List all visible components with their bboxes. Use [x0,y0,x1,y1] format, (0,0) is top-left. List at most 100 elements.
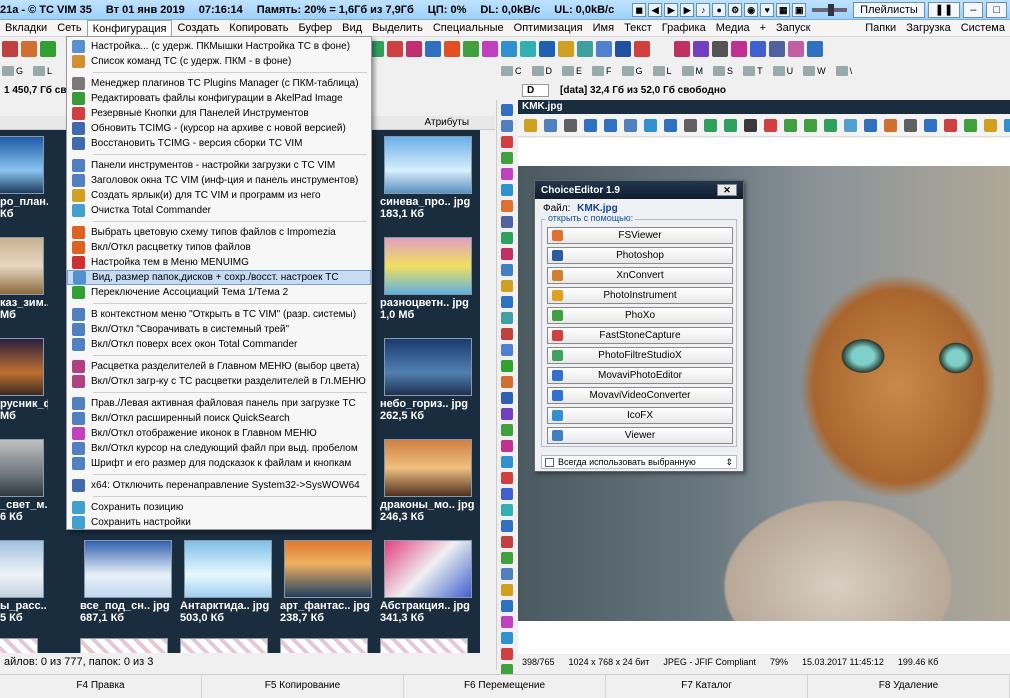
attributes-column[interactable]: Атрибуты [425,117,469,128]
settings-icon[interactable]: ⚙ [728,2,743,17]
tool-icon-2[interactable] [21,41,37,57]
menu-0[interactable]: Вкладки [0,20,52,36]
viewer-tool-icon[interactable] [764,119,777,132]
config-menu-item[interactable]: Вид, размер папок,дисков + сохр./восст. … [67,270,371,285]
viewer-tool-icon[interactable] [744,119,757,132]
tool-icon-23[interactable] [750,41,766,57]
tool-icon-17[interactable] [615,41,631,57]
viewer-tool-icon[interactable] [584,119,597,132]
config-menu-item[interactable]: Прав./Левая активная файловая панель при… [67,396,371,411]
side-tool-icon[interactable] [500,312,513,324]
tool-icon-16[interactable] [596,41,612,57]
side-tool-icon[interactable] [500,392,513,404]
config-menu-item[interactable]: Вкл/Откл расцветку типов файлов [67,240,371,255]
viewer-tool-icon[interactable] [864,119,877,132]
menu-13[interactable]: Медиа [711,20,755,36]
viewer-tool-icon[interactable] [924,119,937,132]
menu-1[interactable]: Сеть [52,20,86,36]
drive-right-11[interactable]: \ [835,66,852,76]
menu-8[interactable]: Специальные [428,20,509,36]
side-tool-icon[interactable] [500,136,513,148]
drive-right-8[interactable]: T [743,66,763,76]
fn-key-5[interactable]: F5 Копирование [202,675,404,698]
tool-icon-24[interactable] [769,41,785,57]
menu-6[interactable]: Вид [337,20,367,36]
editor-button-fsviewer[interactable]: FSViewer [547,227,733,244]
editor-button-viewer[interactable]: Viewer [547,427,733,444]
side-tool-icon[interactable] [500,504,513,516]
tool-icon-19[interactable] [674,41,690,57]
config-menu-item[interactable]: В контекстном меню "Открыть в TC VIM" (р… [67,307,371,322]
config-menu-item[interactable]: Настройка тем в Меню MENUIMG [67,255,371,270]
side-tool-icon[interactable] [500,120,513,132]
config-menu-item[interactable]: Шрифт и его размер для подсказок к файла… [67,456,371,471]
side-tool-icon[interactable] [500,616,513,628]
thumbnail-item[interactable]: небо_гориз.. jpg 262,5 Кб [380,338,476,422]
tool-icon-21[interactable] [712,41,728,57]
tool-icon-6[interactable] [406,41,422,57]
menu-11[interactable]: Текст [619,20,657,36]
side-tool-icon[interactable] [500,536,513,548]
playlists-button[interactable]: Плейлисты [853,1,925,18]
tool-icon-18[interactable] [634,41,650,57]
editor-button-movaviphotoeditor[interactable]: MovaviPhotoEditor [547,367,733,384]
config-menu-item[interactable]: Восстановить TCIMG - версия сборки TC VI… [67,136,371,151]
menu-right-0[interactable]: Папки [860,20,901,36]
side-tool-icon[interactable] [500,584,513,596]
side-tool-icon[interactable] [500,216,513,228]
menu-5[interactable]: Буфер [294,20,338,36]
side-tool-icon[interactable] [500,200,513,212]
config-menu-item[interactable]: Настройка... (с удерж. ПКМышки Настройка… [67,39,371,54]
drive-right-2[interactable]: E [562,66,582,76]
viewer-tool-icon[interactable] [844,119,857,132]
menu-2[interactable]: Конфигурация [86,20,173,36]
tool-icon-22[interactable] [731,41,747,57]
thumbnail-item[interactable]: ро_план.. jpgКб [0,136,48,220]
menu-right-2[interactable]: Система [956,20,1010,36]
thumbnail-item[interactable]: арт_фантас.. jpg 238,7 Кб [280,540,376,624]
config-menu-item[interactable]: Редактировать файлы конфигурации в AkelP… [67,91,371,106]
thumbnail-item[interactable]: разноцветн.. jpg 1,0 Мб [380,237,476,321]
tool-icon-26[interactable] [807,41,823,57]
tool-icon-9[interactable] [463,41,479,57]
menu-14[interactable]: + [755,20,771,36]
tool-icon-14[interactable] [558,41,574,57]
tool-icon-20[interactable] [693,41,709,57]
config-menu-item[interactable]: Вкл/Откл расширенный поиск QuickSearch [67,411,371,426]
side-tool-icon[interactable] [500,520,513,532]
drive-left-0[interactable]: G [2,66,23,76]
close-icon[interactable]: ✕ [717,184,737,196]
thumbnail-item[interactable]: каз_зим.. jpgМб [0,237,48,321]
heart-icon[interactable]: ♥ [760,2,775,17]
side-tool-icon[interactable] [500,344,513,356]
config-menu-item[interactable]: Вкл/Откл "Сворачивать в системный трей" [67,322,371,337]
tool-icon-3[interactable] [40,41,56,57]
side-tool-icon[interactable] [500,184,513,196]
config-menu-item[interactable]: Вкл/Откл загр-ку с TC расцветки разделит… [67,374,371,389]
config-menu-item[interactable]: Сохранить настройки [67,515,371,530]
tool-icon-25[interactable] [788,41,804,57]
play-icon[interactable]: ▶ [664,2,679,17]
config-menu-item[interactable]: Менеджер плагинов TC Plugins Manager (с … [67,76,371,91]
side-tool-icon[interactable] [500,280,513,292]
fn-key-7[interactable]: F7 Каталог [606,675,808,698]
prev-icon[interactable]: ◀ [648,2,663,17]
drive-left-1[interactable]: L [33,66,52,76]
menu-15[interactable]: Запуск [771,20,815,36]
pause-button[interactable]: ❚❚ [927,1,961,18]
thumbnail-item[interactable]: ы_расс.. jpg5 Кб [0,540,48,624]
side-tool-icon[interactable] [500,104,513,116]
viewer-tool-icon[interactable] [724,119,737,132]
tool-icon-15[interactable] [577,41,593,57]
tool-icon-13[interactable] [539,41,555,57]
grid-icon[interactable]: ▦ [776,2,791,17]
volume-slider[interactable] [812,3,848,16]
restore-button[interactable]: □ [986,1,1007,18]
thumbnail-item[interactable]: русник_ф.. jpgМб [0,338,48,422]
drive-right-5[interactable]: L [652,66,672,76]
drive-right-7[interactable]: S [713,66,733,76]
next-icon[interactable]: ▶ [680,2,695,17]
viewer-tool-icon[interactable] [524,119,537,132]
side-tool-icon[interactable] [500,424,513,436]
config-menu-item[interactable]: Вкл/Откл отображение иконок в Главном МЕ… [67,426,371,441]
